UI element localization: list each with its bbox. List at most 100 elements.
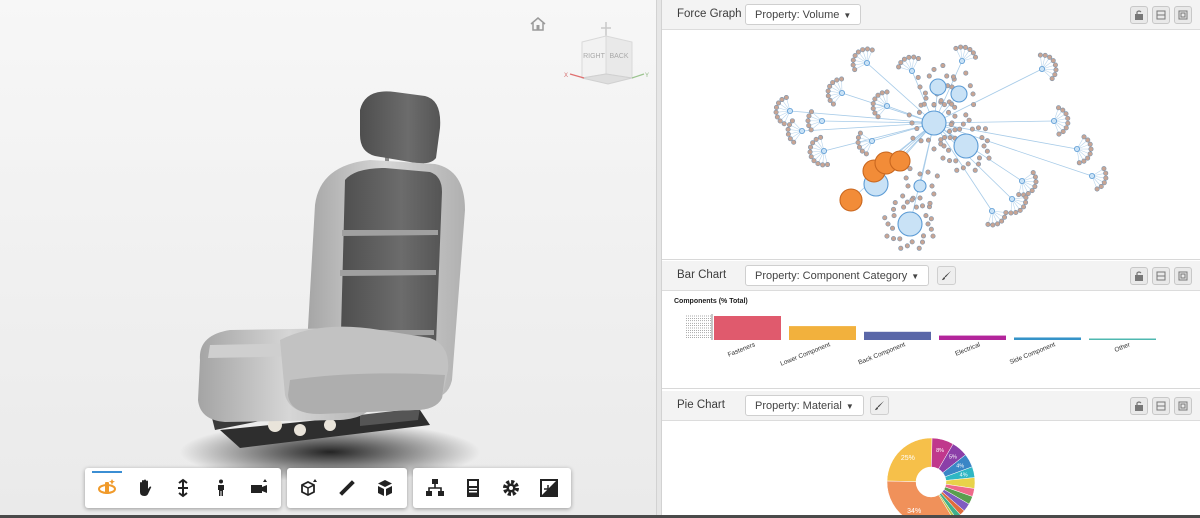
- leaf-node[interactable]: [931, 66, 937, 72]
- leaf-node[interactable]: [1052, 72, 1058, 78]
- first-person-button[interactable]: [202, 468, 240, 508]
- leaf-node[interactable]: [925, 169, 931, 175]
- leaf-node[interactable]: [896, 64, 902, 70]
- leaf-node[interactable]: [917, 195, 923, 201]
- model-browser-button[interactable]: [416, 468, 454, 508]
- leaf-node[interactable]: [863, 151, 869, 157]
- leaf-node[interactable]: [1042, 52, 1048, 58]
- branch-node[interactable]: [818, 118, 825, 125]
- leaf-node[interactable]: [984, 138, 990, 144]
- leaf-node[interactable]: [938, 137, 944, 143]
- leaf-node[interactable]: [906, 54, 912, 60]
- leaf-node[interactable]: [904, 243, 910, 249]
- branch-node[interactable]: [798, 128, 805, 135]
- leaf-node[interactable]: [1085, 155, 1091, 161]
- leaf-node[interactable]: [970, 91, 976, 97]
- branch-node[interactable]: [868, 138, 875, 145]
- leaf-node[interactable]: [931, 146, 937, 152]
- branch-node[interactable]: [908, 68, 915, 75]
- branch-node[interactable]: [1018, 177, 1025, 184]
- leaf-node[interactable]: [947, 135, 953, 141]
- leaf-node[interactable]: [919, 239, 925, 245]
- leaf-node[interactable]: [825, 162, 831, 168]
- leaf-node[interactable]: [773, 104, 779, 110]
- leaf-node[interactable]: [928, 216, 934, 222]
- leaf-node[interactable]: [806, 113, 812, 119]
- leaf-node[interactable]: [1016, 192, 1022, 198]
- bar-chart[interactable]: Components (% Total) Fasteners Lower Compo…: [662, 292, 1200, 388]
- leaf-node[interactable]: [969, 126, 975, 132]
- leaf-node[interactable]: [783, 94, 789, 100]
- leaf-node[interactable]: [859, 148, 865, 154]
- minimize-button[interactable]: [1152, 267, 1170, 285]
- leaf-node[interactable]: [1103, 170, 1109, 176]
- leaf-node[interactable]: [923, 95, 929, 101]
- leaf-node[interactable]: [910, 135, 916, 141]
- leaf-node[interactable]: [1053, 67, 1059, 73]
- leaf-node[interactable]: [901, 204, 907, 210]
- branch-node[interactable]: [1088, 172, 1095, 179]
- leaf-node[interactable]: [1025, 191, 1031, 197]
- fullscreen-button[interactable]: [530, 468, 568, 508]
- leaf-node[interactable]: [811, 158, 817, 164]
- leaf-node[interactable]: [916, 245, 922, 251]
- paint-brush-button[interactable]: [937, 266, 956, 285]
- leaf-node[interactable]: [925, 221, 931, 227]
- maximize-button[interactable]: [1174, 397, 1192, 415]
- leaf-node[interactable]: [805, 118, 811, 124]
- explode-model-button[interactable]: [290, 468, 328, 508]
- leaf-node[interactable]: [1101, 166, 1107, 172]
- leaf-node[interactable]: [952, 113, 958, 119]
- pan-button[interactable]: [126, 468, 164, 508]
- leaf-node[interactable]: [815, 161, 821, 167]
- leaf-node[interactable]: [827, 83, 833, 89]
- leaf-node[interactable]: [971, 102, 977, 108]
- leaf-node[interactable]: [963, 112, 969, 118]
- leaf-node[interactable]: [921, 101, 927, 107]
- leaf-node[interactable]: [975, 161, 981, 167]
- leaf-node[interactable]: [927, 200, 933, 206]
- leaf-node[interactable]: [830, 101, 836, 107]
- force-graph[interactable]: [662, 31, 1200, 259]
- property-dropdown[interactable]: Property: Component Category ▼: [745, 265, 930, 286]
- leaf-node[interactable]: [852, 53, 858, 59]
- leaf-node[interactable]: [972, 54, 978, 60]
- leaf-node[interactable]: [777, 118, 783, 124]
- leaf-node[interactable]: [864, 46, 870, 52]
- leaf-node[interactable]: [982, 126, 988, 132]
- paint-brush-button[interactable]: [870, 396, 889, 415]
- lock-button[interactable]: [1130, 267, 1148, 285]
- leaf-node[interactable]: [1049, 76, 1055, 82]
- leaf-node[interactable]: [979, 135, 985, 141]
- leaf-node[interactable]: [1063, 111, 1069, 117]
- leaf-node[interactable]: [947, 128, 953, 134]
- leaf-node[interactable]: [774, 114, 780, 120]
- leaf-node[interactable]: [839, 76, 845, 82]
- leaf-node[interactable]: [981, 143, 987, 149]
- leaf-node[interactable]: [918, 138, 924, 144]
- leaf-node[interactable]: [891, 206, 897, 212]
- leaf-node[interactable]: [820, 162, 826, 168]
- leaf-node[interactable]: [970, 50, 976, 56]
- leaf-node[interactable]: [906, 112, 912, 118]
- branch-node[interactable]: [958, 57, 965, 64]
- leaf-node[interactable]: [931, 102, 937, 108]
- branch-node[interactable]: [1050, 118, 1057, 125]
- leaf-node[interactable]: [1098, 184, 1104, 190]
- branch-node[interactable]: [787, 108, 794, 115]
- leaf-node[interactable]: [890, 225, 896, 231]
- bar[interactable]: [714, 316, 781, 340]
- home-icon[interactable]: [529, 15, 547, 33]
- leaf-node[interactable]: [925, 137, 931, 143]
- leaf-node[interactable]: [1060, 107, 1066, 113]
- leaf-node[interactable]: [905, 183, 911, 189]
- leaf-node[interactable]: [850, 62, 856, 68]
- leaf-node[interactable]: [808, 154, 814, 160]
- leaf-node[interactable]: [990, 222, 996, 228]
- hub-node[interactable]: [921, 110, 947, 136]
- leaf-node[interactable]: [1060, 129, 1066, 135]
- leaf-node[interactable]: [1056, 131, 1062, 137]
- leaf-node[interactable]: [953, 45, 959, 51]
- leaf-node[interactable]: [929, 183, 935, 189]
- bar[interactable]: [1014, 337, 1081, 340]
